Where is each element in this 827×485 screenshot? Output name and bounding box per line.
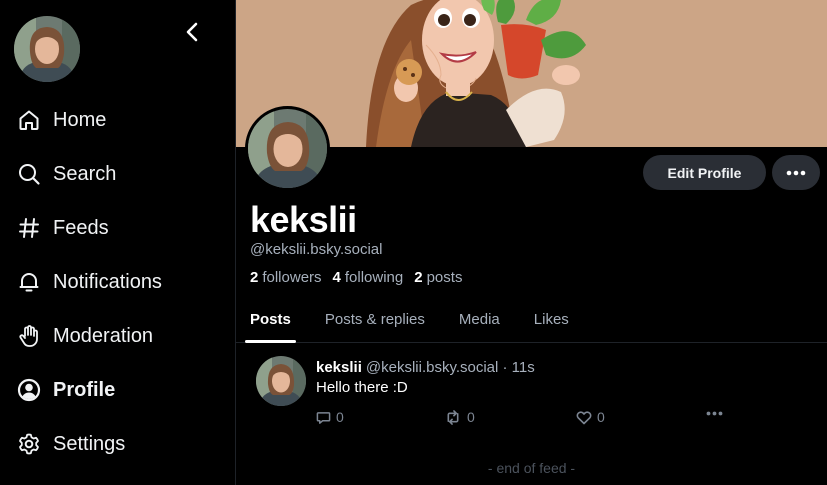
feed-post[interactable]: kekslii @kekslii.bsky.social · 11s Hello … [236, 344, 827, 440]
heart-icon [576, 410, 592, 424]
tab-posts-replies[interactable]: Posts & replies [325, 296, 425, 343]
more-options-button[interactable] [772, 155, 820, 190]
profile-display-name: kekslii [250, 199, 357, 240]
ellipsis-icon [786, 170, 806, 175]
user-avatar[interactable] [14, 16, 80, 82]
sidebar: Home Search Feeds Notifications Moderati… [0, 0, 236, 485]
chevron-left-icon [186, 22, 198, 42]
followers-stat[interactable]: 2 followers [250, 269, 322, 286]
profile-page: Edit Profile kekslii @kekslii.bsky.socia… [236, 0, 827, 485]
nav-item-home[interactable]: Home [0, 93, 236, 147]
repost-count: 0 [467, 409, 475, 425]
reply-button[interactable]: 0 [316, 409, 344, 425]
nav-label-notifications: Notifications [53, 270, 162, 293]
nav-item-feeds[interactable]: Feeds [0, 201, 236, 255]
nav-label-profile: Profile [53, 378, 116, 401]
post-author-avatar[interactable] [256, 356, 306, 406]
main-nav: Home Search Feeds Notifications Moderati… [0, 93, 236, 471]
posts-label: posts [426, 269, 463, 286]
following-stat[interactable]: 4 following [333, 269, 404, 286]
post-more-button[interactable] [706, 411, 723, 416]
nav-item-search[interactable]: Search [0, 147, 236, 201]
reply-icon [316, 411, 331, 424]
bell-icon [16, 269, 42, 295]
nav-label-moderation: Moderation [53, 324, 154, 347]
user-circle-icon [16, 377, 42, 403]
gear-icon [16, 431, 42, 457]
post-text: Hello there :D [316, 379, 408, 396]
post-meta: @kekslii.bsky.social · 11s [365, 359, 535, 376]
followers-label: followers [262, 269, 322, 286]
nav-item-notifications[interactable]: Notifications [0, 255, 236, 309]
profile-avatar[interactable] [245, 106, 330, 191]
hash-icon [16, 215, 42, 241]
repost-icon [447, 409, 459, 425]
tab-likes[interactable]: Likes [534, 296, 569, 343]
posts-stat: 2 posts [414, 269, 462, 286]
tab-media[interactable]: Media [459, 296, 500, 343]
nav-label-search: Search [53, 162, 117, 185]
post-actions: 0 0 0 [316, 409, 736, 427]
end-of-feed: - end of feed - [487, 460, 576, 476]
collapse-sidebar-button[interactable] [180, 20, 204, 44]
search-icon [16, 161, 42, 187]
nav-item-settings[interactable]: Settings [0, 417, 236, 471]
nav-label-settings: Settings [53, 432, 126, 455]
like-count: 0 [597, 409, 605, 425]
home-icon [16, 107, 42, 133]
ellipsis-icon [706, 411, 723, 416]
nav-label-home: Home [53, 108, 107, 131]
nav-label-feeds: Feeds [53, 216, 109, 239]
posts-count: 2 [414, 269, 423, 286]
profile-banner[interactable] [236, 0, 827, 147]
profile-stats: 2 followers 4 following 2 posts [250, 269, 462, 286]
reply-count: 0 [336, 409, 344, 425]
nav-item-profile[interactable]: Profile [0, 363, 236, 417]
post-author-name[interactable]: kekslii [316, 359, 362, 376]
hand-icon [16, 323, 42, 349]
nav-item-moderation[interactable]: Moderation [0, 309, 236, 363]
following-label: following [344, 269, 404, 286]
followers-count: 2 [250, 269, 259, 286]
post-header: kekslii @kekslii.bsky.social · 11s [316, 359, 535, 376]
edit-profile-button[interactable]: Edit Profile [643, 155, 766, 190]
like-button[interactable]: 0 [576, 409, 605, 425]
repost-button[interactable]: 0 [444, 409, 475, 425]
tab-posts[interactable]: Posts [245, 296, 296, 343]
following-count: 4 [332, 269, 341, 286]
profile-tabs: Posts Posts & replies Media Likes [236, 296, 827, 343]
profile-handle: @kekslii.bsky.social [250, 241, 383, 258]
